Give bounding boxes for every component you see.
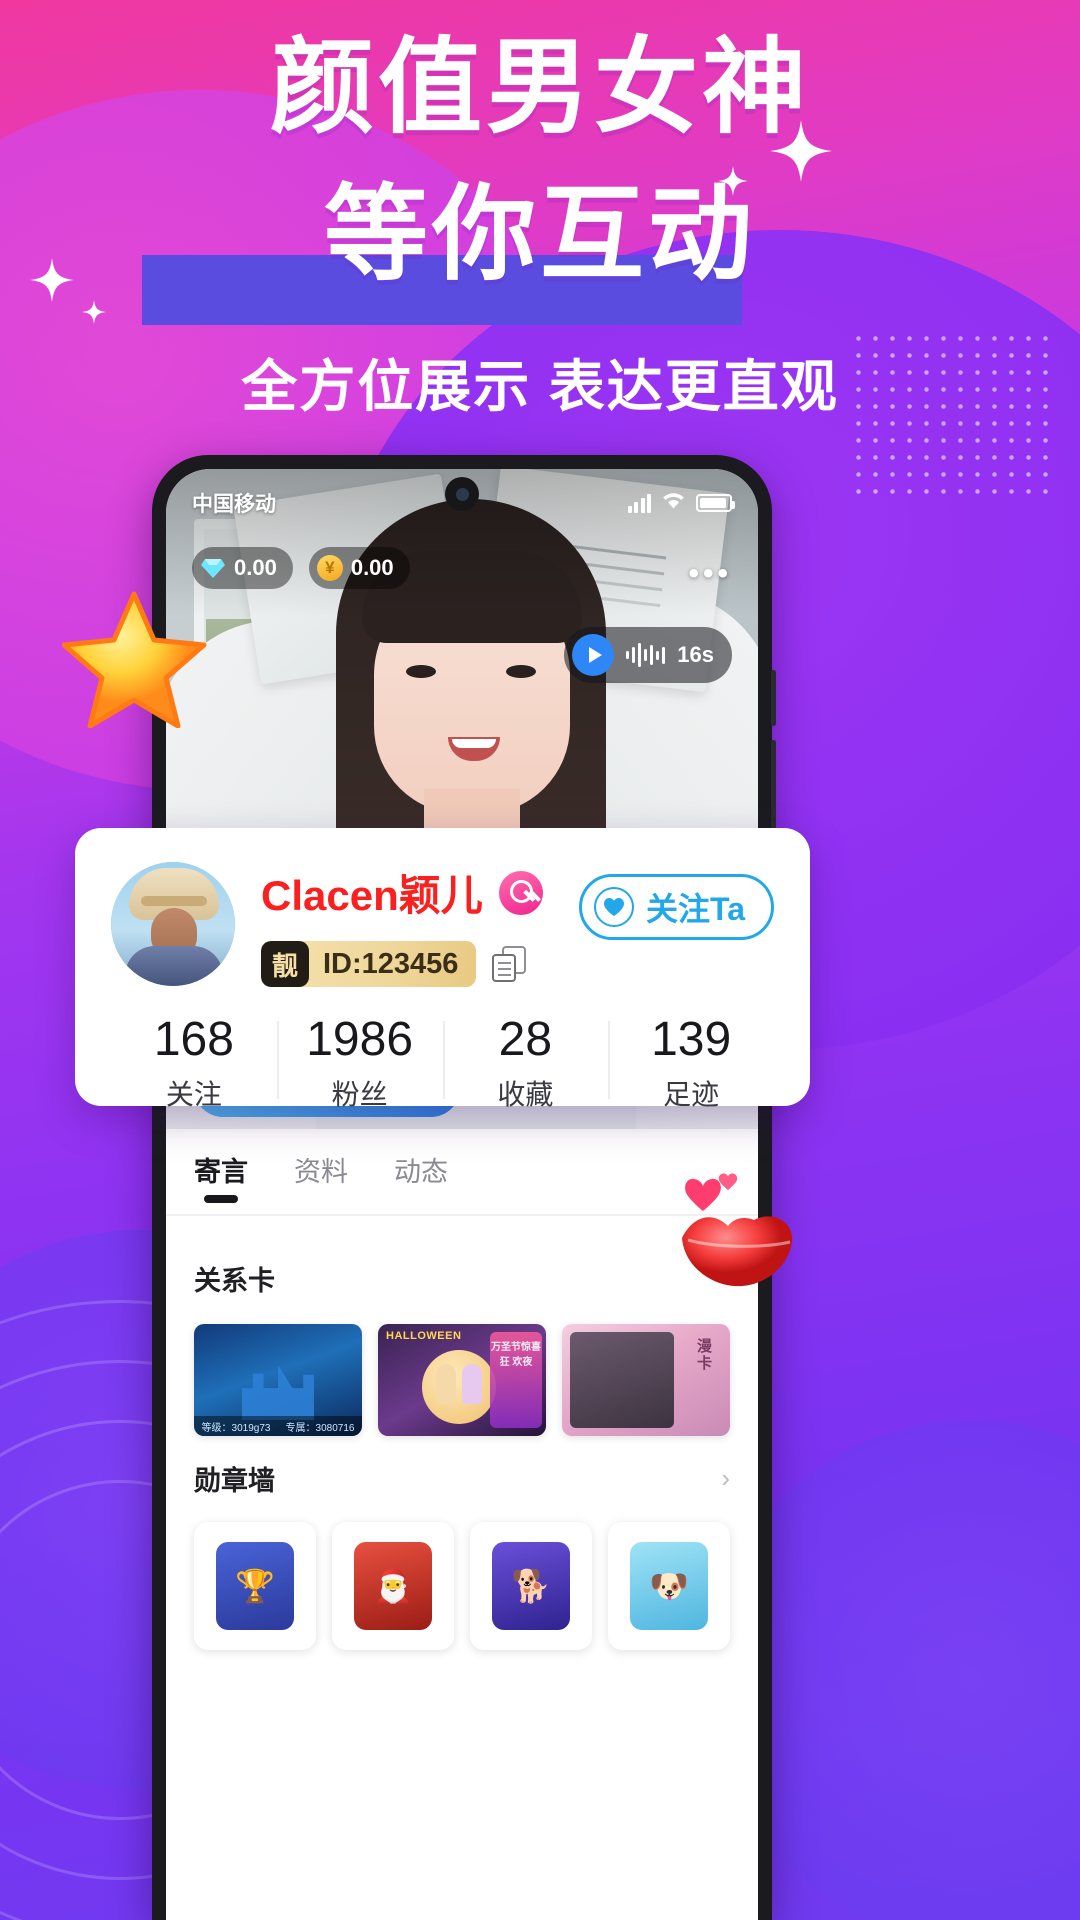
relation-card-halloween[interactable]: HALLOWEEN 万圣节惊喜狂 欢夜 <box>378 1324 546 1436</box>
laurel-badge-icon: 🐕 <box>492 1542 570 1630</box>
badge-wall-header[interactable]: 勋章墙 › <box>194 1459 730 1498</box>
username-row: Clacen颖儿 <box>261 862 553 923</box>
headline-line-2-wrap: 等你互动 <box>0 182 1080 288</box>
diamond-balance-value: 0.00 <box>234 555 277 580</box>
character-left <box>436 1364 456 1404</box>
headline-line-1: 颜值男女神 <box>269 30 810 146</box>
play-icon[interactable] <box>572 634 615 676</box>
santa-badge-icon: 🎅 <box>354 1542 432 1630</box>
castle-icon <box>242 1364 314 1420</box>
headline-line-1-wrap: 颜值男女神 <box>0 35 1080 141</box>
relation-card-section: 关系卡 等级：3019g73 专属：3080716 HALLOWEEN 万圣节惊… <box>166 1259 758 1436</box>
stat-following[interactable]: 168 关注 <box>111 1013 277 1113</box>
stat-collections-value: 28 <box>498 1013 553 1066</box>
character-right <box>462 1364 482 1404</box>
stat-footprints-label: 足迹 <box>663 1079 720 1111</box>
voice-intro-player[interactable]: 16s <box>564 627 732 683</box>
diamond-balance-pill[interactable]: 0.00 <box>192 547 293 589</box>
badge-item-laurel[interactable]: 🐕 <box>470 1522 592 1650</box>
stat-collections[interactable]: 28 收藏 <box>442 1013 609 1113</box>
pretty-id-tag: 靓 <box>261 941 309 987</box>
carrier-label: 中国移动 <box>192 493 276 516</box>
badge-item-trophy[interactable]: 🏆 <box>194 1522 316 1650</box>
heart-sticker-icon <box>668 1170 738 1235</box>
profile-card-top-row: Clacen颖儿 靓 ID:123456 关注Ta <box>111 862 774 987</box>
relation-card-manga[interactable]: 漫卡 <box>562 1324 730 1436</box>
sparkle-icon <box>82 300 106 324</box>
stat-followers-label: 粉丝 <box>331 1079 388 1111</box>
tab-dongtai[interactable]: 动态 <box>394 1150 448 1189</box>
battery-icon <box>696 494 735 512</box>
profile-summary-card: Clacen颖儿 靓 ID:123456 关注Ta 168 关注 1986 粉丝… <box>75 828 810 1110</box>
relation-card-castle[interactable]: 等级：3019g73 专属：3080716 <box>194 1324 362 1436</box>
follow-button-label: 关注Ta <box>646 891 745 927</box>
relation-card-list: 等级：3019g73 专属：3080716 HALLOWEEN 万圣节惊喜狂 欢… <box>194 1324 730 1436</box>
relation-section-title: 关系卡 <box>194 1266 275 1296</box>
username: Clacen颖儿 <box>261 872 483 919</box>
signal-bars-icon <box>627 493 651 513</box>
halloween-side-panel: 万圣节惊喜狂 欢夜 <box>490 1332 542 1428</box>
phone-side-button <box>771 670 776 726</box>
badge-wall-section: 勋章墙 › 🏆 🎅 🐕 🐶 <box>166 1459 758 1650</box>
more-dots-icon[interactable]: ••• <box>688 557 732 591</box>
female-gender-icon <box>498 870 543 915</box>
user-id-row: 靓 ID:123456 <box>261 941 553 987</box>
tab-jiyan[interactable]: 寄言 <box>194 1150 248 1189</box>
coin-balance-pill[interactable]: ¥ 0.00 <box>308 547 410 589</box>
castle-card-captions: 等级：3019g73 专属：3080716 <box>194 1416 362 1436</box>
stat-footprints[interactable]: 139 足迹 <box>608 1013 774 1113</box>
star-sticker-icon <box>61 588 207 729</box>
profile-identity: Clacen颖儿 靓 ID:123456 <box>261 862 553 987</box>
chevron-right-icon[interactable]: › <box>721 1463 730 1494</box>
stat-followers-value: 1986 <box>306 1013 414 1066</box>
coin-icon: ¥ <box>316 555 343 581</box>
wifi-icon <box>661 491 686 515</box>
badge-item-ice[interactable]: 🐶 <box>608 1522 730 1650</box>
user-id-badge[interactable]: 靓 ID:123456 <box>261 941 477 987</box>
coin-balance-value: 0.00 <box>350 555 394 580</box>
copy-icon[interactable] <box>492 946 527 982</box>
stat-collections-label: 收藏 <box>497 1079 554 1111</box>
diamond-icon <box>200 555 226 581</box>
tab-ziliao[interactable]: 资料 <box>294 1150 348 1189</box>
stat-following-label: 关注 <box>165 1079 222 1111</box>
phone-volume-button <box>771 740 776 832</box>
currency-pills: 0.00 ¥ 0.00 <box>192 547 410 589</box>
manga-photo <box>570 1332 674 1428</box>
avatar[interactable] <box>111 862 235 986</box>
trophy-badge-icon: 🏆 <box>216 1542 294 1630</box>
stat-footprints-value: 139 <box>651 1013 732 1066</box>
moon-icon <box>422 1350 496 1424</box>
headline-line-2: 等你互动 <box>323 177 756 293</box>
halloween-label: HALLOWEEN <box>386 1330 462 1342</box>
audio-duration: 16s <box>677 642 714 667</box>
follow-button[interactable]: 关注Ta <box>579 874 774 940</box>
stat-following-value: 168 <box>153 1013 234 1066</box>
badge-section-title: 勋章墙 <box>194 1466 275 1496</box>
heart-icon <box>594 887 635 927</box>
stat-followers[interactable]: 1986 粉丝 <box>276 1013 443 1113</box>
user-id-text: ID:123456 <box>323 947 459 980</box>
promo-subtitle: 全方位展示 表达更直观 <box>241 355 839 418</box>
ice-badge-icon: 🐶 <box>630 1542 708 1630</box>
manga-vertical-text: 漫卡 <box>695 1338 712 1372</box>
badge-list: 🏆 🎅 🐕 🐶 <box>194 1522 730 1650</box>
status-bar: 中国移动 <box>166 483 758 523</box>
waveform-icon <box>626 642 666 668</box>
profile-stats: 168 关注 1986 粉丝 28 收藏 139 足迹 <box>111 1013 774 1113</box>
badge-item-santa[interactable]: 🎅 <box>332 1522 454 1650</box>
